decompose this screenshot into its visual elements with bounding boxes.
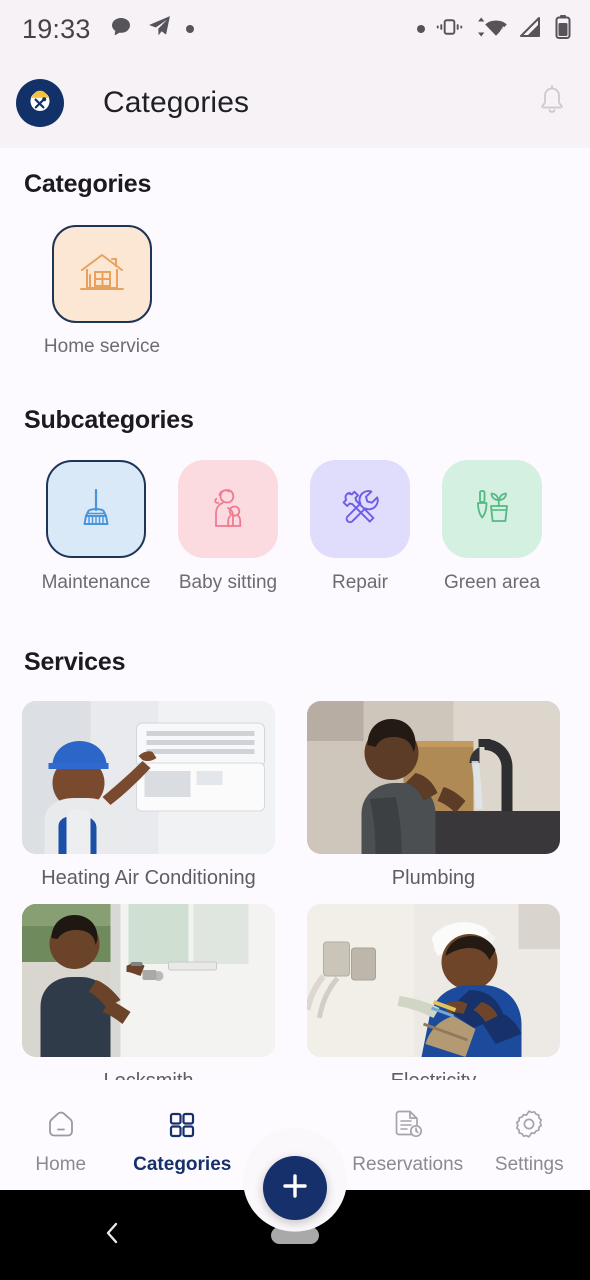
categories-list: Home service [0, 199, 590, 358]
service-card-locksmith[interactable]: Locksmith [22, 904, 275, 1093]
category-item-home-service[interactable]: Home service [44, 225, 160, 358]
broom-icon [71, 482, 121, 537]
chevron-left-icon [100, 1219, 126, 1252]
subcategory-tile[interactable] [442, 460, 542, 558]
notification-button[interactable] [536, 84, 568, 123]
service-label: Plumbing [391, 867, 476, 889]
nav-item-settings[interactable]: Settings [469, 1108, 590, 1176]
svg-text:4: 4 [500, 25, 505, 35]
grid-icon [167, 1110, 197, 1145]
status-bar-right-icons: 4 [417, 14, 572, 45]
nav-label: Settings [494, 1154, 564, 1175]
service-photo [22, 701, 275, 854]
subcategories-section-title: Subcategories [24, 406, 194, 434]
status-bar-left-icons [109, 14, 194, 44]
nav-label: Categories [133, 1154, 232, 1175]
nav-item-reservations[interactable]: Reservations [347, 1108, 469, 1176]
subcategory-label: Repair [332, 572, 388, 593]
status-bar: 19:33 4 [0, 0, 590, 58]
subcategory-item-repair[interactable]: Repair [310, 460, 410, 594]
app-logo[interactable] [16, 79, 64, 127]
house-icon [75, 245, 129, 304]
dot-icon [185, 25, 194, 33]
gear-icon [513, 1108, 545, 1145]
categories-section-title: Categories [24, 170, 152, 198]
nav-item-home[interactable]: Home [0, 1108, 122, 1176]
status-bar-clock: 19:33 [22, 13, 91, 44]
subcategory-label: Green area [443, 572, 541, 593]
subcategory-item-maintenance[interactable]: Maintenance [42, 460, 150, 594]
services-section-title: Services [24, 648, 126, 676]
mother-baby-icon [203, 482, 253, 537]
subcategory-tile[interactable] [46, 460, 146, 558]
subcategory-label: Baby sitting [178, 572, 278, 593]
wifi-icon: 4 [474, 15, 508, 44]
services-section: Services Heating Air Conditioning Plumbi… [0, 594, 590, 1093]
bell-icon [536, 84, 568, 122]
subcategory-item-green-area[interactable]: Green area [442, 460, 542, 594]
signal-icon [519, 15, 543, 44]
page-title: Categories [103, 86, 250, 119]
nav-item-categories[interactable]: Categories [122, 1110, 244, 1176]
phone-screen: 19:33 4 Categories Categories Home servi… [0, 0, 590, 1280]
categories-section: Categories Home service [0, 148, 590, 358]
vibrate-icon [436, 15, 463, 44]
document-clock-icon [392, 1108, 424, 1145]
telegram-send-icon [147, 14, 172, 44]
plant-trowel-icon [467, 482, 517, 537]
subcategory-tile[interactable] [178, 460, 278, 558]
services-grid: Heating Air Conditioning Plumbing [0, 677, 590, 1093]
scroll-content[interactable]: Categories Home service Subcategories Ma… [0, 148, 590, 1170]
subcategory-tile[interactable] [310, 460, 410, 558]
subcategory-label: Maintenance [41, 572, 151, 593]
chat-bubble-icon [109, 15, 133, 44]
nav-label: Reservations [352, 1154, 464, 1175]
service-card-plumbing[interactable]: Plumbing [307, 701, 560, 890]
service-photo [307, 904, 560, 1057]
add-button[interactable] [263, 1156, 327, 1220]
handyman-logo-icon [23, 84, 57, 123]
plus-icon [279, 1170, 311, 1207]
subcategory-item-baby-sitting[interactable]: Baby sitting [178, 460, 278, 594]
service-photo [22, 904, 275, 1057]
nav-label: Home [35, 1154, 87, 1175]
service-photo [307, 701, 560, 854]
android-back-button[interactable] [100, 1219, 126, 1252]
category-label: Home service [43, 336, 161, 357]
category-tile[interactable] [52, 225, 152, 323]
subcategories-list: Maintenance Baby sitting Repair Green ar… [0, 435, 590, 594]
battery-icon [554, 14, 572, 45]
service-label: Heating Air Conditioning [41, 867, 256, 889]
subcategories-section: Subcategories Maintenance Baby sitting R… [0, 358, 590, 594]
wrench-screwdriver-icon [335, 482, 385, 537]
app-bar: Categories [0, 58, 590, 148]
dot-icon [417, 25, 425, 33]
service-card-heating-air-conditioning[interactable]: Heating Air Conditioning [22, 701, 275, 890]
service-card-electricity[interactable]: Electricity [307, 904, 560, 1093]
home-icon [45, 1108, 77, 1145]
